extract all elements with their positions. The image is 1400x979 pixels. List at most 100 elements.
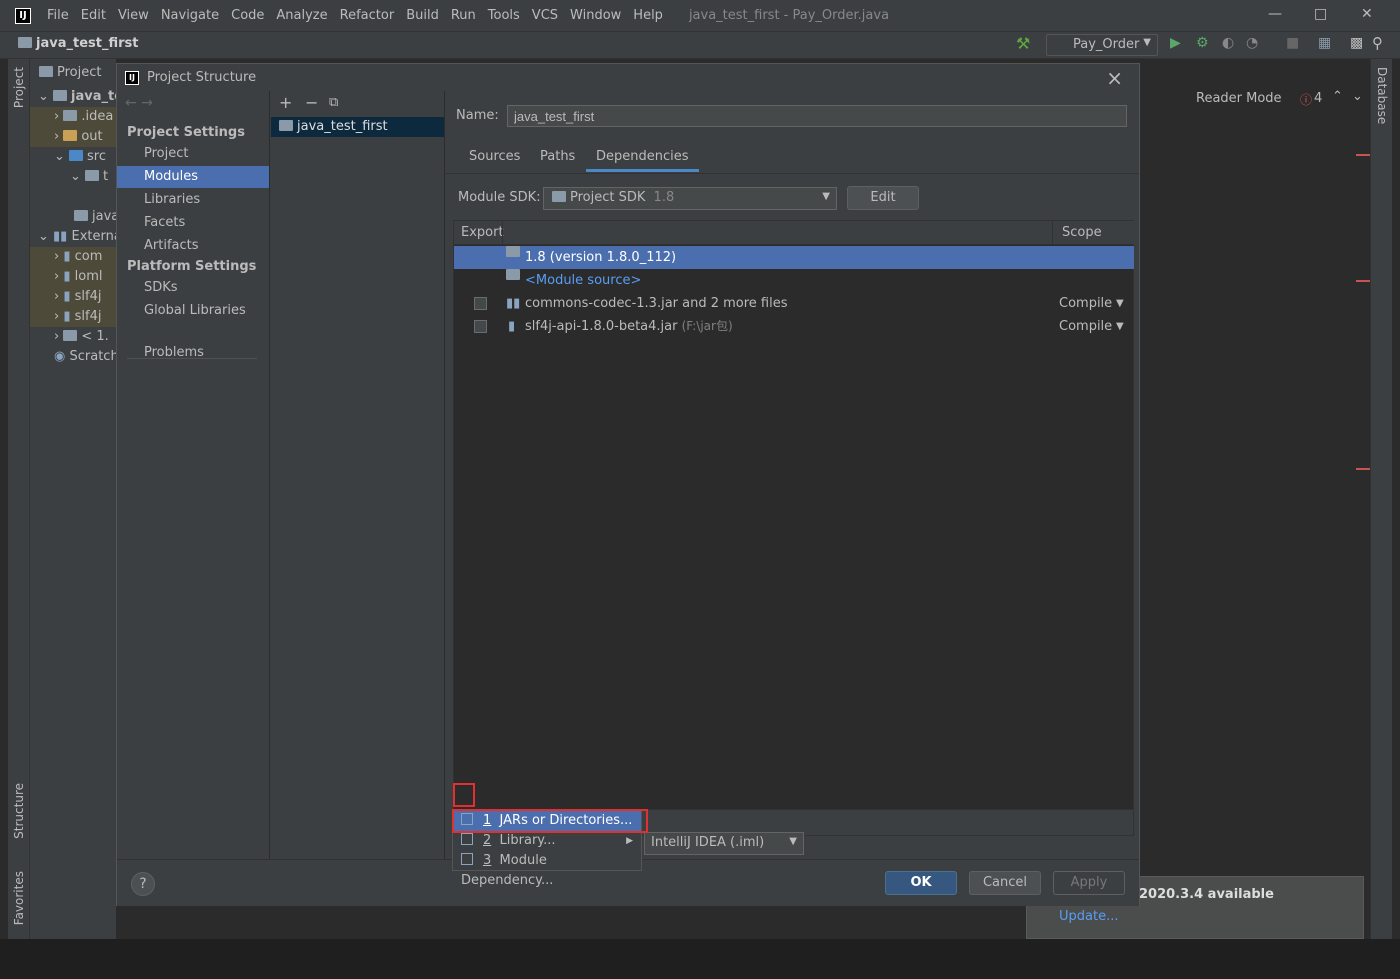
project-panel-header[interactable]: Project (39, 65, 101, 80)
menu-view[interactable]: View (118, 8, 149, 23)
favorites-tool-tab[interactable]: Favorites (12, 871, 26, 925)
tree-row[interactable]: ⌄ java_te (30, 87, 116, 107)
structure-tool-tab[interactable]: Structure (12, 783, 26, 839)
menu-help[interactable]: Help (633, 8, 663, 23)
tree-row-label: slf4j (74, 309, 102, 324)
nav-item-problems[interactable]: Problems (117, 342, 269, 364)
run-icon[interactable]: ▶ (1170, 35, 1181, 51)
tab-sources[interactable]: Sources (469, 149, 520, 164)
menu-vcs[interactable]: VCS (532, 8, 558, 23)
search-icon[interactable]: ⚲ (1372, 34, 1383, 52)
chevron-down-icon[interactable]: ▼ (1116, 292, 1124, 315)
layout-icon[interactable]: ▩ (1350, 35, 1363, 51)
previous-error-icon[interactable]: ⌃ (1332, 89, 1343, 104)
menu-analyze[interactable]: Analyze (276, 8, 327, 23)
menu-window[interactable]: Window (570, 8, 621, 23)
table-row[interactable]: ▮ slf4j-api-1.8.0-beta4.jar (F:\jar包) Co… (454, 315, 1134, 338)
popup-item-module-dependency[interactable]: 3 Module Dependency... (453, 851, 641, 888)
tree-row[interactable]: › ▮ slf4j (30, 307, 116, 327)
stop-icon[interactable]: ■ (1286, 35, 1299, 51)
scope-select[interactable]: Compile (1059, 292, 1112, 315)
minimize-icon[interactable]: — (1268, 6, 1282, 22)
reader-mode-button[interactable]: Reader Mode (1196, 91, 1282, 106)
project-structure-icon[interactable]: ▦ (1318, 35, 1331, 51)
build-hammer-icon[interactable]: ⚒ (1016, 34, 1030, 53)
tree-row[interactable]: ⌄ t (30, 167, 116, 187)
menu-refactor[interactable]: Refactor (340, 8, 395, 23)
nav-item-sdks[interactable]: SDKs (117, 277, 269, 299)
col-scope[interactable]: Scope (1062, 225, 1102, 240)
apply-button[interactable]: Apply (1053, 871, 1125, 895)
tree-row[interactable]: › ▮ loml (30, 267, 116, 287)
menu-navigate[interactable]: Navigate (161, 8, 219, 23)
tree-row[interactable]: ◉ Scratch (30, 347, 116, 367)
breadcrumb-project[interactable]: java_test_first (18, 36, 138, 51)
tab-dependencies[interactable]: Dependencies (586, 149, 699, 172)
nav-item-artifacts[interactable]: Artifacts (117, 235, 269, 257)
project-tool-tab[interactable]: Project (12, 67, 26, 108)
back-forward-arrows-icon[interactable]: ← → (125, 95, 153, 111)
error-stripe-marker[interactable] (1356, 280, 1370, 282)
edit-sdk-button[interactable]: Edit (847, 186, 919, 210)
maximize-icon[interactable]: □ (1314, 6, 1327, 22)
tree-row[interactable]: › ▮ com (30, 247, 116, 267)
menu-edit[interactable]: Edit (81, 8, 106, 23)
popup-item-library[interactable]: 2 Library... ▶ (453, 831, 641, 851)
nav-item-libraries[interactable]: Libraries (117, 189, 269, 211)
error-count[interactable]: 4 (1314, 91, 1322, 106)
tree-row[interactable]: ⌄ src (30, 147, 116, 167)
tab-paths[interactable]: Paths (540, 149, 575, 164)
menu-code[interactable]: Code (231, 8, 264, 23)
tree-row[interactable]: › < 1. (30, 327, 116, 347)
copy-module-icon[interactable]: ⧉ (329, 95, 338, 110)
profile-icon[interactable]: ◔ (1246, 35, 1258, 51)
table-row[interactable]: <Module source> (454, 269, 1134, 292)
error-stripe-marker[interactable] (1356, 154, 1370, 156)
table-row[interactable]: ▮▮ commons-codec-1.3.jar and 2 more file… (454, 292, 1134, 315)
table-row[interactable]: 1.8 (version 1.8.0_112) (454, 246, 1134, 269)
menu-build[interactable]: Build (406, 8, 439, 23)
tree-row[interactable]: ⌄ ▮▮ Externa (30, 227, 116, 247)
update-link[interactable]: Update... (1059, 909, 1118, 924)
cancel-button[interactable]: Cancel (969, 871, 1041, 895)
storage-format-select[interactable]: IntelliJ IDEA (.iml) ▼ (644, 832, 804, 855)
modules-list-panel: + − ⧉ java_test_first (271, 91, 445, 859)
next-error-icon[interactable]: ⌄ (1352, 89, 1363, 104)
tree-row[interactable]: › ▮ slf4j (30, 287, 116, 307)
help-button[interactable]: ? (131, 872, 155, 896)
export-checkbox[interactable] (474, 297, 487, 310)
dependency-name-with-path: slf4j-api-1.8.0-beta4.jar (F:\jar包) (525, 315, 733, 338)
nav-item-project[interactable]: Project (117, 143, 269, 165)
coverage-icon[interactable]: ◐ (1222, 35, 1234, 51)
tree-row[interactable]: › .idea (30, 107, 116, 127)
col-export[interactable]: Export (461, 225, 504, 240)
error-stripe-marker[interactable] (1356, 468, 1370, 470)
database-tool-tab[interactable]: Database (1375, 67, 1389, 124)
remove-module-icon[interactable]: − (305, 93, 318, 112)
close-icon[interactable]: × (1106, 66, 1123, 90)
tree-row-label: Externa (71, 229, 116, 244)
storage-format-value: IntelliJ IDEA (.iml) (651, 835, 765, 850)
module-name-field[interactable] (507, 105, 1127, 127)
nav-item-facets[interactable]: Facets (117, 212, 269, 234)
chevron-down-icon[interactable]: ▼ (1116, 315, 1124, 338)
tree-row[interactable]: › out (30, 127, 116, 147)
nav-item-modules[interactable]: Modules (117, 166, 269, 188)
add-module-icon[interactable]: + (279, 93, 292, 112)
folder-icon (69, 150, 84, 161)
module-sdk-select[interactable]: Project SDK 1.8 ▼ (543, 187, 837, 210)
export-checkbox[interactable] (474, 320, 487, 333)
tree-row-label: java_te (71, 89, 116, 104)
menu-file[interactable]: File (47, 8, 69, 23)
ok-button[interactable]: OK (885, 871, 957, 895)
close-window-icon[interactable]: ✕ (1361, 6, 1373, 22)
tree-row[interactable]: java (30, 207, 116, 227)
nav-item-global-libraries[interactable]: Global Libraries (117, 300, 269, 322)
debug-icon[interactable]: ⚙ (1196, 35, 1209, 51)
menu-tools[interactable]: Tools (488, 8, 520, 23)
module-folder-icon (279, 120, 293, 131)
scope-select[interactable]: Compile (1059, 315, 1112, 338)
run-config-select[interactable]: Pay_Order ▼ (1046, 34, 1158, 56)
menu-run[interactable]: Run (451, 8, 476, 23)
module-item[interactable]: java_test_first (271, 117, 444, 137)
